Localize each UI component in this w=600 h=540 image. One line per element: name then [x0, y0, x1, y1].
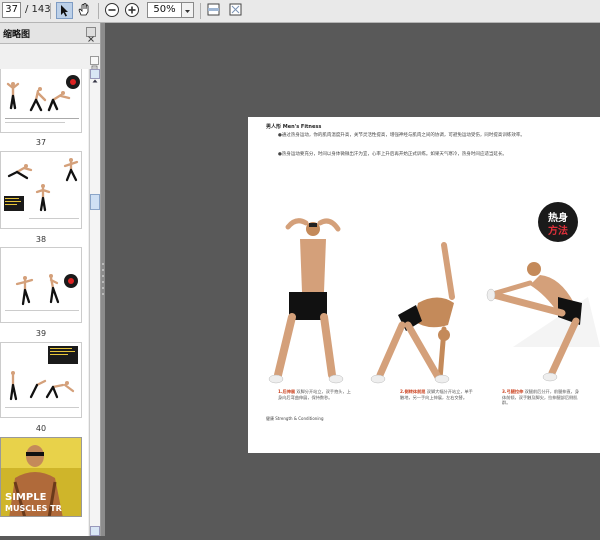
- fit-page-icon[interactable]: [228, 2, 245, 19]
- toolbar: 37 / 143 50%: [0, 0, 600, 23]
- thumbnail-page-number: 40: [35, 424, 47, 433]
- thumbnail-page-number: 39: [35, 329, 47, 338]
- toolbar-divider: [200, 3, 201, 19]
- exercise-caption-1: 1.后伸展 双脚分开站立，双手抱头，上身向后弯曲伸展，保持数秒。: [278, 389, 352, 400]
- panel-options-icon[interactable]: [90, 56, 99, 72]
- thumbnail-scrollbar[interactable]: [89, 69, 100, 536]
- caption-title: 2.侧转体前屈: [400, 389, 426, 394]
- thumbnails-panel-header: 缩略图: [0, 23, 100, 44]
- thumbnail-page-number: 38: [35, 235, 47, 244]
- select-arrow-icon[interactable]: [56, 2, 73, 19]
- exercise-photo-2: [370, 242, 455, 384]
- exercise-caption-3: 3.弓腿拉伸 双腿前后分开，前腿伸直，身体前倾，双手触及脚尖，拉伸腿部后侧肌群。: [502, 389, 582, 406]
- zoom-in-icon[interactable]: [124, 2, 141, 19]
- hand-tool-icon[interactable]: [76, 2, 93, 19]
- page-footer: 健康 Strength & Conditioning: [266, 416, 324, 421]
- document-page: 男人形 Men's Fitness ●通过热身运动，你的肌肉温度升高，关节灵活性…: [248, 117, 600, 453]
- toolbar-divider: [50, 3, 51, 19]
- scrollbar-thumb[interactable]: [90, 194, 100, 210]
- thumbnails-panel: 缩略图 36 37: [0, 23, 101, 536]
- page-thumbnail-cover[interactable]: SIMPLE MUSCLES TR: [0, 437, 82, 517]
- exercise-caption-2: 2.侧转体前屈 双脚大幅分开站立，单手触地，另一手向上伸展，左右交替。: [400, 389, 476, 400]
- close-panel-icon[interactable]: [86, 27, 96, 42]
- thumbnail-list: 36 37: [0, 69, 88, 536]
- scroll-up-icon[interactable]: [90, 69, 100, 83]
- exercise-photo-3: [486, 262, 600, 382]
- panel-splitter[interactable]: [101, 23, 105, 536]
- thumbnails-panel-title: 缩略图: [3, 30, 31, 40]
- zoom-level-field[interactable]: 50%: [147, 2, 182, 18]
- svg-text:MUSCLES TR: MUSCLES TR: [5, 504, 62, 513]
- page-thumbnail[interactable]: [0, 69, 82, 133]
- svg-text:SIMPLE: SIMPLE: [5, 492, 47, 503]
- exercise-photo-1: [268, 218, 344, 384]
- zoom-dropdown-button[interactable]: [181, 2, 194, 18]
- scroll-down-icon[interactable]: [90, 526, 100, 536]
- fit-width-icon[interactable]: [206, 2, 223, 19]
- page-total-label: / 143: [25, 4, 51, 15]
- caption-title: 1.后伸展: [278, 389, 296, 394]
- zoom-out-icon[interactable]: [104, 2, 121, 19]
- toolbar-divider: [98, 3, 99, 19]
- page-number-input[interactable]: 37: [2, 2, 21, 18]
- page-thumbnail[interactable]: [0, 342, 82, 418]
- caption-title: 3.弓腿拉伸: [502, 389, 524, 394]
- page-thumbnail[interactable]: [0, 247, 82, 323]
- thumbnail-page-number: 37: [35, 138, 47, 147]
- page-thumbnail-current[interactable]: [0, 151, 82, 229]
